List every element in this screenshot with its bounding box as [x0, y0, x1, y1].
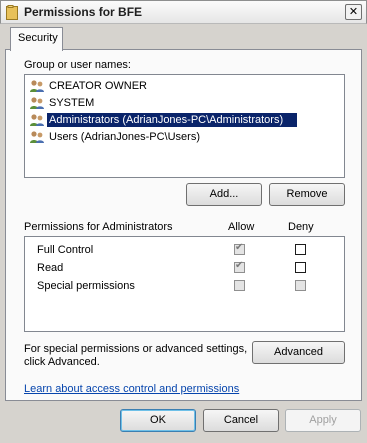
- ok-button[interactable]: OK: [120, 409, 196, 432]
- users-icon: [30, 114, 44, 126]
- list-item-label: Administrators (AdrianJones-PC\Administr…: [47, 113, 297, 127]
- permissions-label: Permissions for Administrators: [24, 221, 173, 233]
- list-item[interactable]: Users (AdrianJones-PC\Users): [27, 129, 341, 145]
- advanced-text-line2: click Advanced.: [24, 356, 100, 368]
- window-title: Permissions for BFE: [24, 5, 143, 19]
- list-item[interactable]: SYSTEM: [27, 95, 341, 111]
- deny-checkbox-read[interactable]: [295, 262, 306, 273]
- apply-button[interactable]: Apply: [285, 409, 361, 432]
- list-item[interactable]: CREATOR OWNER: [27, 78, 341, 94]
- close-button[interactable]: ✕: [345, 4, 362, 20]
- remove-button[interactable]: Remove: [269, 183, 345, 206]
- group-list[interactable]: CREATOR OWNER SYSTEM Administrators (Adr…: [24, 74, 345, 178]
- title-bar[interactable]: Permissions for BFE ✕: [0, 0, 367, 24]
- list-item-label: SYSTEM: [49, 97, 95, 109]
- help-link[interactable]: Learn about access control and permissio…: [24, 383, 239, 395]
- users-icon: [30, 131, 44, 143]
- list-item-label: CREATOR OWNER: [49, 80, 147, 92]
- allow-header: Allow: [228, 221, 255, 233]
- add-button[interactable]: Add...: [186, 183, 262, 206]
- advanced-button[interactable]: Advanced: [252, 341, 345, 364]
- checkmark-icon: ✔: [235, 260, 244, 271]
- tab-security[interactable]: Security: [10, 27, 63, 51]
- cancel-button[interactable]: Cancel: [203, 409, 279, 432]
- group-list-label: Group or user names:: [24, 59, 131, 71]
- users-icon: [30, 80, 44, 92]
- checkmark-icon: ✔: [235, 242, 244, 253]
- allow-checkbox-full-control: ✔: [234, 242, 245, 255]
- advanced-text-line1: For special permissions or advanced sett…: [24, 343, 248, 355]
- allow-checkbox-special: [234, 280, 245, 291]
- permission-name: Full Control: [37, 244, 94, 256]
- permissions-list: Full Control ✔ Read ✔ Special permission…: [24, 236, 345, 332]
- deny-header: Deny: [288, 221, 314, 233]
- permission-name: Special permissions: [37, 280, 135, 292]
- list-item-label: Users (AdrianJones-PC\Users): [49, 131, 200, 143]
- deny-checkbox-special: [295, 280, 306, 291]
- list-item-selected[interactable]: Administrators (AdrianJones-PC\Administr…: [27, 112, 341, 128]
- permission-name: Read: [37, 262, 64, 274]
- users-icon: [30, 97, 44, 109]
- deny-checkbox-full-control[interactable]: [295, 244, 306, 255]
- allow-checkbox-read: ✔: [234, 260, 245, 273]
- folder-icon: [6, 5, 18, 20]
